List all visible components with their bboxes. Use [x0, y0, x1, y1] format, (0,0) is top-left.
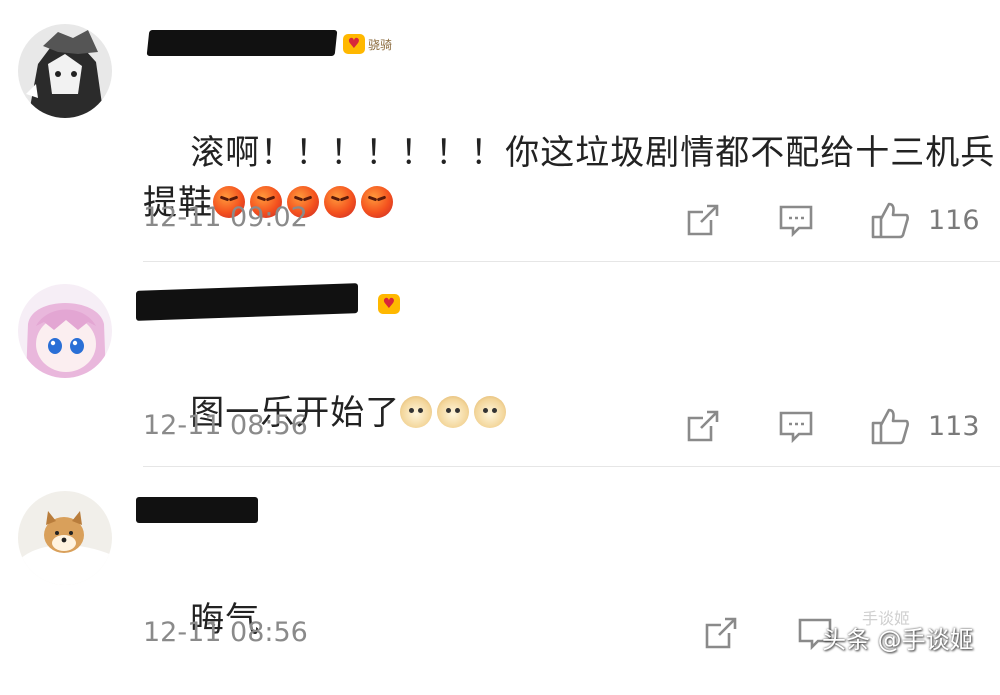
doge-emoji [400, 396, 433, 428]
doge-emoji [437, 396, 470, 428]
fan-badge[interactable]: ♥ [378, 292, 403, 316]
heart-icon: ♥ [378, 294, 400, 314]
comment-text-line1: 滚啊！！！！！！！你这垃圾剧情都不配给十三机兵 [190, 133, 996, 173]
username-redacted[interactable] [146, 30, 338, 56]
reply-button[interactable] [778, 406, 814, 446]
comment-1: ♥ 骁骑 滚啊！！！！！！！你这垃圾剧情都不配给十三机兵 提鞋 12-11 09:… [0, 0, 1000, 262]
share-icon [687, 204, 719, 236]
watermark: 头条 @手谈姬 [822, 626, 974, 654]
share-button[interactable] [685, 406, 721, 446]
comment-icon [779, 411, 813, 444]
like-button[interactable]: 113 [870, 406, 980, 446]
reply-button[interactable] [778, 200, 814, 240]
thumbs-up-icon [871, 408, 909, 445]
fan-badge[interactable]: ♥ 骁骑 [343, 32, 392, 56]
like-count: 116 [928, 204, 980, 236]
avatar[interactable] [18, 24, 112, 118]
badge-label: 骁骑 [368, 37, 393, 52]
avatar-image [18, 491, 112, 585]
share-button[interactable] [685, 200, 721, 240]
timestamp: 12-11 09:02 [143, 202, 308, 233]
angry-emoji [361, 186, 393, 218]
share-icon [687, 410, 719, 442]
avatar-image [18, 24, 112, 118]
doge-emoji [474, 396, 507, 428]
username-redacted[interactable] [136, 497, 258, 523]
share-button[interactable] [703, 613, 739, 653]
avatar-image [18, 284, 112, 378]
timestamp: 12-11 08:56 [143, 617, 308, 648]
heart-icon: ♥ [343, 34, 365, 54]
like-count: 113 [928, 410, 980, 442]
avatar[interactable] [18, 284, 112, 378]
comment-icon [779, 205, 813, 238]
thumbs-up-icon [871, 202, 909, 239]
comment-text: 滚啊！！！！！！！你这垃圾剧情都不配给十三机兵 提鞋 [143, 78, 995, 278]
share-icon [705, 617, 737, 649]
username-redacted[interactable] [136, 283, 358, 321]
comment-2: ♥ 图一乐开始了 12-11 08:56 113 [0, 262, 1000, 467]
angry-emoji [324, 186, 356, 218]
avatar[interactable] [18, 491, 112, 585]
like-button[interactable]: 116 [870, 200, 980, 240]
timestamp: 12-11 08:56 [143, 410, 308, 441]
